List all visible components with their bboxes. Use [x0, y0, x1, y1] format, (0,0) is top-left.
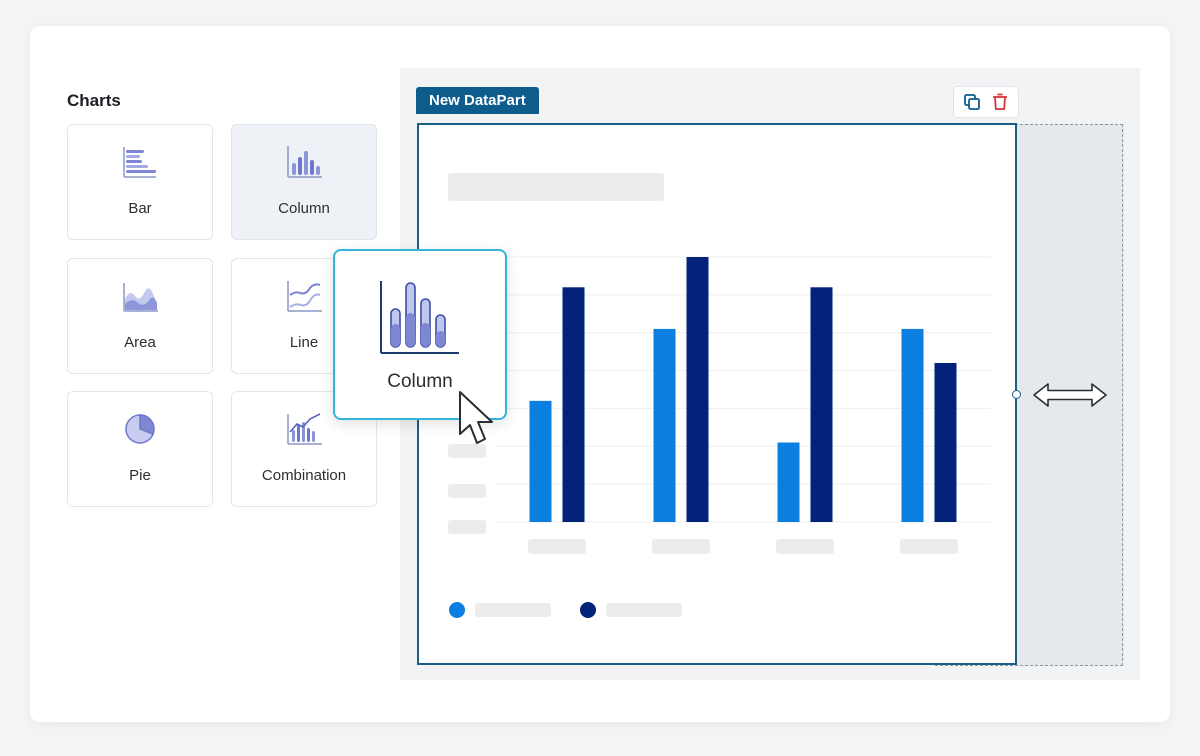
- column-bar: [810, 287, 833, 522]
- combination-chart-icon: [287, 413, 322, 445]
- y-tick-placeholder: [448, 520, 486, 534]
- datapart-toolbar: [953, 86, 1019, 118]
- legend-marker: [580, 602, 596, 618]
- chart-type-label: Combination: [261, 467, 347, 484]
- x-tick-placeholder: [528, 539, 586, 554]
- x-tick-placeholder: [652, 539, 710, 554]
- column-bar: [901, 328, 924, 522]
- chart-type-bar[interactable]: Bar: [67, 124, 213, 240]
- chart-type-area[interactable]: Area: [67, 258, 213, 374]
- legend-label-placeholder: [606, 603, 682, 617]
- chart-type-pie[interactable]: Pie: [67, 391, 213, 507]
- resize-handle[interactable]: [1012, 390, 1021, 399]
- datapart-label: New DataPart: [416, 87, 539, 114]
- chart-type-column[interactable]: Column: [231, 124, 377, 240]
- y-tick-placeholder: [448, 484, 486, 498]
- column-bar: [777, 442, 800, 522]
- chart-type-label: Column: [278, 200, 330, 217]
- column-chart-icon: [380, 281, 459, 354]
- legend-marker: [449, 602, 465, 618]
- datapart-panel[interactable]: [417, 123, 1017, 665]
- charts-panel-title: Charts: [67, 91, 121, 110]
- x-tick-placeholder: [776, 539, 834, 554]
- area-chart-icon: [123, 283, 158, 312]
- bar-chart-icon: [123, 147, 156, 178]
- x-tick-placeholder: [900, 539, 958, 554]
- legend-label-placeholder: [475, 603, 551, 617]
- chart-type-label: Bar: [128, 200, 152, 217]
- pointer-cursor-icon: [459, 391, 493, 444]
- pie-chart-icon: [125, 414, 155, 444]
- column-bar: [934, 363, 957, 522]
- duplicate-icon[interactable]: [963, 93, 981, 111]
- column-bar: [686, 257, 709, 522]
- column-chart-icon: [287, 146, 322, 178]
- line-chart-icon: [287, 281, 322, 312]
- column-bar: [562, 287, 585, 522]
- delete-icon[interactable]: [991, 93, 1009, 111]
- column-bar: [653, 328, 676, 522]
- column-chart: [448, 256, 991, 618]
- resize-horizontal-icon: [1033, 383, 1107, 407]
- chart-type-label: Pie: [129, 467, 151, 484]
- chart-type-label: Area: [124, 334, 156, 351]
- column-bar: [529, 400, 552, 522]
